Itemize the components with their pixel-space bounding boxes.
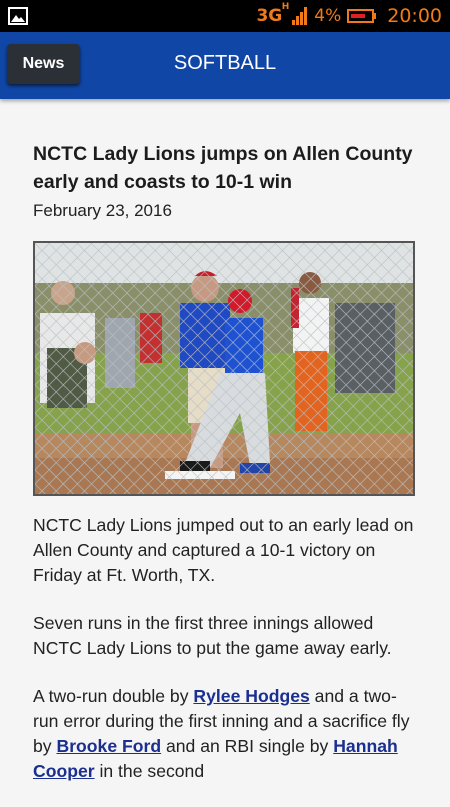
- article-date: February 23, 2016: [33, 201, 172, 220]
- player-link-rylee-hodges[interactable]: Rylee Hodges: [193, 686, 309, 706]
- network-type: 3G H: [256, 2, 290, 26]
- status-time: 20:00: [387, 5, 442, 27]
- battery-icon: [347, 9, 377, 23]
- signal-icon: [292, 7, 308, 25]
- app-bar: News SOFTBALL: [0, 32, 450, 99]
- article: NCTC Lady Lions jumps on Allen County ea…: [33, 140, 423, 781]
- article-paragraph-2: Seven runs in the first three innings al…: [33, 613, 392, 658]
- page-title: SOFTBALL: [173, 52, 277, 74]
- article-paragraph-3: A two-run double by Rylee Hodges and a t…: [33, 686, 410, 781]
- article-body: NCTC Lady Lions jumped out to an early l…: [33, 513, 418, 807]
- article-headline: NCTC Lady Lions jumps on Allen County ea…: [33, 143, 413, 193]
- player-link-brooke-ford[interactable]: Brooke Ford: [56, 736, 161, 756]
- article-photo: [33, 241, 415, 496]
- status-bar: 3G H 4% 20:00: [0, 0, 450, 32]
- image-notification-icon: [8, 7, 28, 25]
- article-paragraph-1: NCTC Lady Lions jumped out to an early l…: [33, 515, 414, 585]
- softball-photo-image: [35, 243, 413, 494]
- battery-percent: 4%: [314, 6, 342, 26]
